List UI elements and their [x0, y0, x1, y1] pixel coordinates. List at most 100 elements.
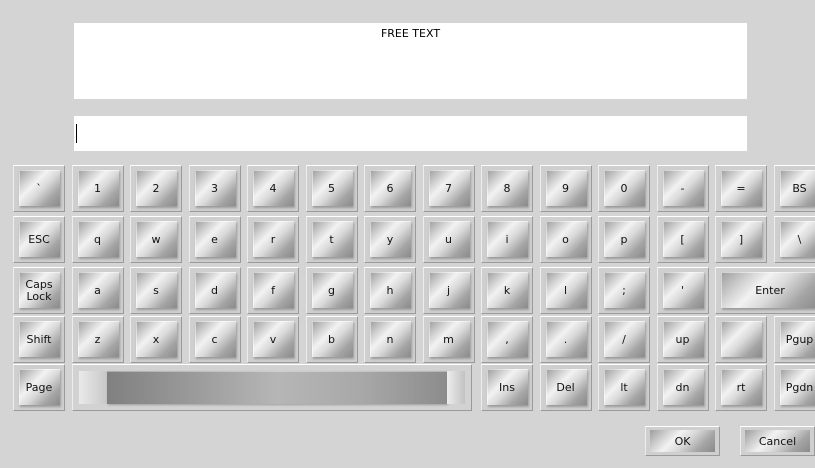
key-n[interactable]: n	[364, 316, 416, 363]
key-backspace[interactable]: BS	[773, 165, 815, 212]
key-label: '	[680, 283, 685, 297]
key-label: 3	[211, 181, 218, 195]
key-c[interactable]: c	[188, 316, 241, 363]
text-input[interactable]	[74, 116, 747, 151]
key-label: `	[36, 181, 42, 195]
key-s[interactable]: s	[130, 267, 182, 314]
key-u[interactable]: u	[422, 216, 475, 263]
key-down[interactable]: dn	[656, 364, 709, 411]
key-period[interactable]: .	[539, 316, 592, 363]
key-0[interactable]: 0	[598, 165, 650, 212]
key-label: Pgup	[785, 332, 814, 346]
key-label: ]	[738, 232, 744, 246]
key-j[interactable]: j	[422, 267, 475, 314]
spacebar-surface	[447, 371, 465, 404]
key-label: v	[269, 332, 277, 346]
key-label: BS	[792, 181, 807, 195]
ok-button[interactable]: OK	[645, 426, 720, 456]
key-right[interactable]: rt	[715, 364, 767, 411]
key-4[interactable]: 4	[247, 165, 299, 212]
key-label: w	[151, 232, 161, 246]
key-label: d	[211, 283, 218, 297]
key-e[interactable]: e	[188, 216, 241, 263]
key-label: up	[675, 332, 690, 346]
key-label: 1	[94, 181, 101, 195]
key-equals[interactable]: =	[715, 165, 767, 212]
key-backtick[interactable]: `	[13, 165, 65, 212]
key-label: o	[562, 232, 569, 246]
key-3[interactable]: 3	[188, 165, 241, 212]
key-l[interactable]: l	[539, 267, 592, 314]
key-page[interactable]: Page	[13, 364, 65, 411]
key-d[interactable]: d	[188, 267, 241, 314]
key-f[interactable]: f	[247, 267, 299, 314]
key-label: Caps Lock	[25, 277, 53, 303]
key-slash[interactable]: /	[598, 316, 650, 363]
key-label: Del	[556, 380, 575, 394]
key-left[interactable]: lt	[598, 364, 650, 411]
key-space[interactable]	[72, 364, 472, 411]
key-semicolon[interactable]: ;	[598, 267, 650, 314]
key-z[interactable]: z	[71, 316, 124, 363]
key-escape[interactable]: ESC	[13, 216, 65, 263]
cancel-button-label: Cancel	[758, 434, 797, 448]
key-page-up[interactable]: Pgup	[773, 316, 815, 363]
key-label: z	[94, 332, 101, 346]
key-right-bracket[interactable]: ]	[715, 216, 767, 263]
key-blank[interactable]	[715, 316, 767, 363]
key-w[interactable]: w	[130, 216, 182, 263]
key-label: ,	[505, 332, 509, 346]
key-enter[interactable]: Enter	[715, 267, 815, 314]
key-label: h	[386, 283, 394, 297]
key-8[interactable]: 8	[481, 165, 533, 212]
key-q[interactable]: q	[71, 216, 124, 263]
key-b[interactable]: b	[305, 316, 358, 363]
key-7[interactable]: 7	[422, 165, 475, 212]
key-label: ;	[622, 283, 626, 297]
key-g[interactable]: g	[305, 267, 358, 314]
key-x[interactable]: x	[130, 316, 182, 363]
key-minus[interactable]: -	[656, 165, 709, 212]
key-up[interactable]: up	[656, 316, 709, 363]
key-1[interactable]: 1	[71, 165, 124, 212]
keyboard-row-2: ESC q w e r t y u i o p [] \	[0, 216, 815, 268]
key-label: m	[443, 332, 454, 346]
key-caps-lock[interactable]: Caps Lock	[13, 267, 65, 314]
key-backslash[interactable]: \	[773, 216, 815, 263]
key-label: dn	[675, 380, 690, 394]
key-9[interactable]: 9	[539, 165, 592, 212]
key-t[interactable]: t	[305, 216, 358, 263]
key-m[interactable]: m	[422, 316, 475, 363]
key-label: t	[329, 232, 334, 246]
key-page-down[interactable]: Pgdn	[773, 364, 815, 411]
key-label: j	[446, 283, 451, 297]
key-label: x	[152, 332, 160, 346]
key-i[interactable]: i	[481, 216, 533, 263]
key-label: 2	[152, 181, 160, 195]
key-2[interactable]: 2	[130, 165, 182, 212]
cancel-button[interactable]: Cancel	[740, 426, 815, 456]
key-5[interactable]: 5	[305, 165, 358, 212]
key-a[interactable]: a	[71, 267, 124, 314]
key-h[interactable]: h	[364, 267, 416, 314]
key-label: b	[328, 332, 335, 346]
key-label: \	[797, 232, 802, 246]
key-label: 8	[503, 181, 511, 195]
key-6[interactable]: 6	[364, 165, 416, 212]
key-label: c	[211, 332, 218, 346]
key-apostrophe[interactable]: '	[656, 267, 709, 314]
key-shift[interactable]: Shift	[13, 316, 65, 363]
key-y[interactable]: y	[364, 216, 416, 263]
key-comma[interactable]: ,	[481, 316, 533, 363]
key-left-bracket[interactable]: [	[656, 216, 709, 263]
key-insert[interactable]: Ins	[481, 364, 533, 411]
key-v[interactable]: v	[247, 316, 299, 363]
spacebar-surface	[107, 371, 447, 404]
key-o[interactable]: o	[539, 216, 592, 263]
title-display: FREE TEXT	[74, 23, 747, 99]
key-delete[interactable]: Del	[539, 364, 592, 411]
key-k[interactable]: k	[481, 267, 533, 314]
key-label: Ins	[499, 380, 515, 394]
key-r[interactable]: r	[247, 216, 299, 263]
key-p[interactable]: p	[598, 216, 650, 263]
